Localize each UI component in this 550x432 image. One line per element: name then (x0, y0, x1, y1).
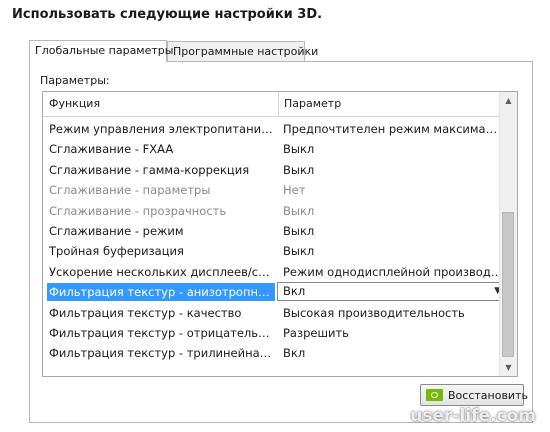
row-value: Выкл (283, 244, 315, 259)
row-value: Нет (283, 183, 306, 198)
row-function: Сглаживание - FXAA (49, 142, 174, 157)
table-row[interactable]: Сглаживание - FXAA Выкл (43, 139, 508, 159)
value-dropdown[interactable]: Вкл ▼ (277, 282, 506, 302)
row-function: Тройная буферизация (49, 244, 184, 259)
header-parameter[interactable]: Параметр (284, 97, 341, 110)
row-function: Фильтрация текстур - отрицательное о... (49, 325, 275, 340)
table-row[interactable]: Сглаживание - режим Выкл (43, 221, 508, 241)
table-row[interactable]: Фильтрация текстур - качество Высокая пр… (43, 303, 508, 323)
row-function: Фильтрация текстур - анизотропная оп... (47, 283, 275, 302)
table-row[interactable]: Сглаживание - гамма-коррекция Выкл (43, 160, 508, 180)
scroll-up-icon[interactable]: ▲ (500, 92, 517, 109)
row-function: Сглаживание - гамма-коррекция (49, 162, 250, 177)
page-title: Использовать следующие настройки 3D. (12, 7, 323, 22)
row-value: Вкл (283, 346, 306, 361)
header-function[interactable]: Функция (49, 97, 100, 110)
table-row: Сглаживание - параметры Нет (43, 180, 508, 200)
table-row-selected[interactable]: Фильтрация текстур - анизотропная оп... … (43, 282, 508, 302)
row-value: Режим однодисплейной производитель... (283, 264, 503, 279)
row-value: Выкл (283, 223, 315, 238)
table-row: Сглаживание - прозрачность Выкл (43, 201, 508, 221)
row-value: Выкл (283, 162, 315, 177)
table-row[interactable]: Тройная буферизация Выкл (43, 241, 508, 261)
row-value: Выкл (283, 203, 315, 218)
nvidia-logo-icon (426, 389, 443, 401)
vertical-scrollbar[interactable]: ▲ ▼ (499, 92, 517, 376)
params-label: Параметры: (40, 74, 110, 87)
scroll-down-icon[interactable]: ▼ (500, 359, 517, 376)
restore-button-label: Восстановить (448, 389, 528, 402)
table-row[interactable]: Ускорение нескольких дисплеев/смеша... Р… (43, 262, 508, 282)
tab-global-settings[interactable]: Глобальные параметры (29, 40, 173, 62)
settings-list: Функция Параметр Режим управления электр… (42, 91, 518, 377)
table-row[interactable]: Фильтрация текстур - трилинейная опт... … (43, 343, 508, 363)
settings-panel: Параметры: Функция Параметр Режим управл… (29, 61, 533, 423)
tab-program-settings[interactable]: Программные настройки (167, 41, 318, 61)
row-value: Высокая производительность (283, 305, 465, 320)
header-divider[interactable] (278, 92, 279, 116)
row-function: Сглаживание - режим (49, 223, 184, 238)
table-row[interactable]: Фильтрация текстур - отрицательное о... … (43, 323, 508, 343)
row-value: Выкл (283, 142, 315, 157)
row-function: Фильтрация текстур - трилинейная опт... (49, 346, 275, 361)
scrollbar-thumb[interactable] (502, 212, 514, 357)
row-function: Режим управления электропитанием (49, 122, 275, 136)
row-value: Предпочтителен режим максимальной п... (283, 122, 503, 136)
row-value: Разрешить (283, 325, 349, 340)
row-function: Сглаживание - прозрачность (49, 203, 227, 218)
row-function: Фильтрация текстур - качество (49, 305, 242, 320)
dropdown-value: Вкл (283, 284, 306, 299)
restore-button[interactable]: Восстановить (420, 384, 528, 406)
row-function: Сглаживание - параметры (49, 183, 211, 198)
watermark: user-life.com (410, 406, 536, 426)
list-header: Функция Параметр (43, 92, 508, 117)
rows-container: Режим управления электропитанием Предпоч… (43, 119, 508, 364)
row-function: Ускорение нескольких дисплеев/смеша... (49, 264, 275, 279)
table-row[interactable]: Режим управления электропитанием Предпоч… (43, 119, 508, 139)
